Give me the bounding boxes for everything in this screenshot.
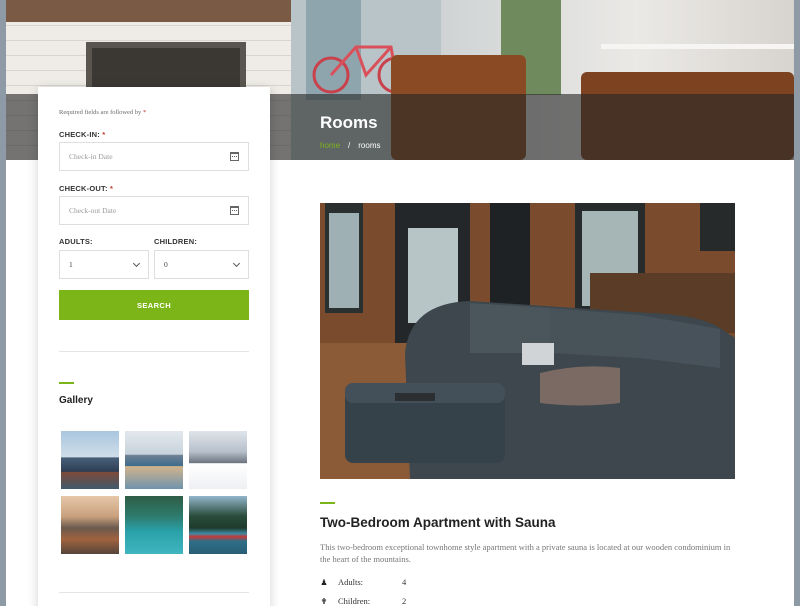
section-accent — [59, 382, 74, 384]
calendar-icon[interactable] — [230, 152, 239, 161]
spec-adults: ♟ Adults: 4 — [320, 577, 407, 587]
user-icon: ♟ — [320, 577, 328, 587]
gallery-thumb-dock-boats[interactable] — [125, 431, 183, 489]
living-room-illustration — [320, 203, 735, 479]
room-photo[interactable] — [320, 203, 735, 479]
divider — [59, 351, 249, 352]
gallery-thumb-red-canoe[interactable] — [189, 496, 247, 554]
room-title: Two-Bedroom Apartment with Sauna — [320, 515, 556, 530]
adults-select[interactable]: 1 — [59, 250, 149, 279]
spec-children: ✟ Children: 2 — [320, 596, 407, 606]
section-accent — [320, 502, 335, 504]
required-fields-note: Required fields are followed by * — [59, 109, 147, 116]
chevron-down-icon — [232, 259, 241, 267]
adults-label: ADULTS: — [59, 237, 93, 246]
gallery-heading: Gallery — [59, 395, 93, 406]
chevron-down-icon — [132, 259, 141, 267]
breadcrumb-home-link[interactable]: home — [320, 141, 340, 150]
checkout-date-input[interactable]: Check-out Date — [59, 196, 249, 225]
breadcrumb-current: rooms — [358, 141, 381, 150]
gallery-thumb-kayak-lake[interactable] — [125, 496, 183, 554]
breadcrumb: home / rooms — [320, 141, 380, 150]
checkout-label: CHECK-OUT: * — [59, 184, 114, 193]
divider — [59, 592, 249, 593]
calendar-icon[interactable] — [230, 206, 239, 215]
booking-form-panel: Required fields are followed by * CHECK-… — [38, 87, 270, 606]
child-icon: ✟ — [320, 596, 328, 606]
breadcrumb-separator: / — [348, 141, 351, 150]
room-description: This two-bedroom exceptional townhome st… — [320, 542, 731, 564]
search-button[interactable]: SEARCH — [59, 290, 249, 320]
checkin-label: CHECK-IN: * — [59, 130, 106, 139]
children-label: CHILDREN: — [154, 237, 198, 246]
checkin-date-input[interactable]: Check-in Date — [59, 142, 249, 171]
gallery-thumb-cliff-village[interactable] — [61, 496, 119, 554]
page-title: Rooms — [320, 113, 378, 132]
gallery-thumb-snowy-peaks[interactable] — [189, 431, 247, 489]
gallery-grid — [61, 431, 249, 554]
gallery-thumb-lake-cabins[interactable] — [61, 431, 119, 489]
page: Rooms home / rooms Required fields are f… — [6, 0, 794, 606]
children-select[interactable]: 0 — [154, 250, 249, 279]
